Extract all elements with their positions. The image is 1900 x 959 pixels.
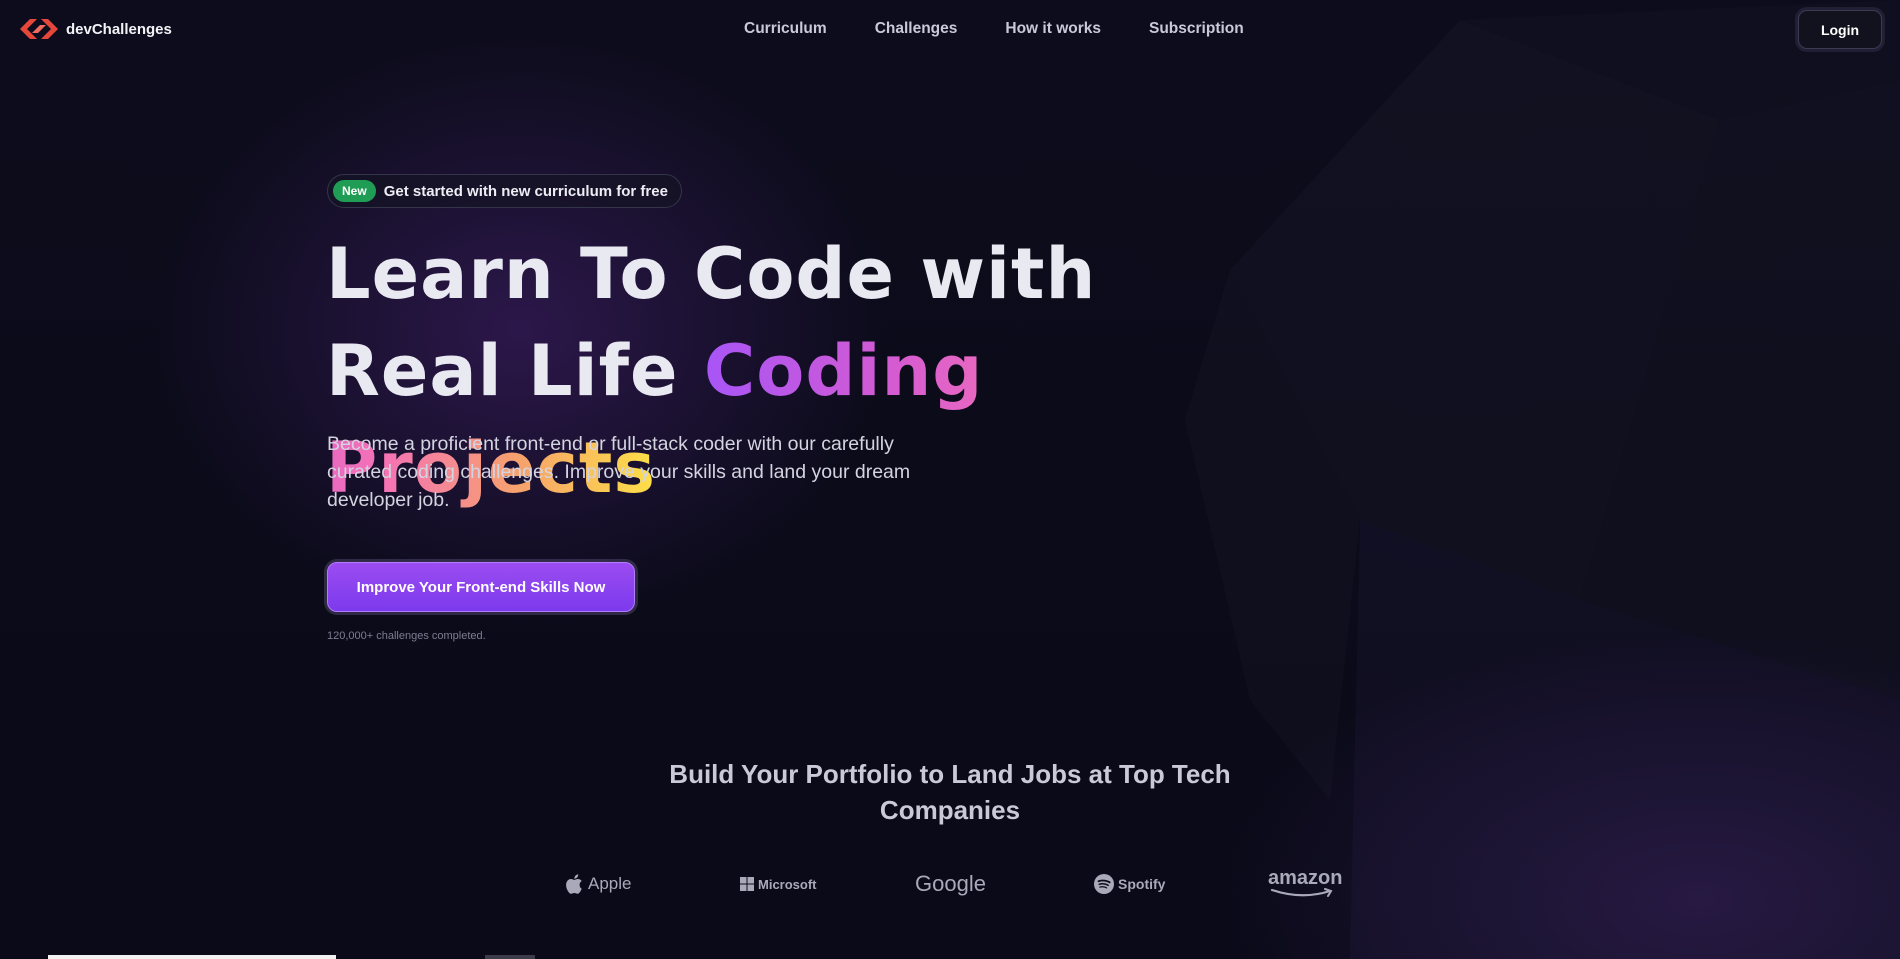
company-logo-apple: Apple xyxy=(566,868,631,900)
amazon-smile-icon xyxy=(1270,888,1333,897)
announcement-pill[interactable]: New Get started with new curriculum for … xyxy=(327,174,682,208)
apple-label: Apple xyxy=(588,874,632,893)
site-header: devChallenges Curriculum Challenges How … xyxy=(0,0,1900,60)
amazon-label: amazon xyxy=(1268,867,1343,889)
new-badge: New xyxy=(333,180,376,202)
company-logo-google: Google xyxy=(915,868,986,900)
company-logo-spotify: Spotify xyxy=(1094,868,1165,900)
spotify-label: Spotify xyxy=(1118,876,1166,892)
nav-item-challenges[interactable]: Challenges xyxy=(875,20,958,38)
bottom-scroll-indicator xyxy=(48,955,336,959)
google-wordmark: Google xyxy=(915,871,986,896)
company-logos: Apple Microsoft Google Spotify amazon xyxy=(560,868,1360,900)
brand-home-link[interactable]: devChallenges xyxy=(20,17,172,41)
announcement-text: Get started with new curriculum for free xyxy=(383,182,668,200)
challenges-completed-note: 120,000+ challenges completed. xyxy=(327,630,486,642)
spotify-icon xyxy=(1094,874,1114,894)
microsoft-icon xyxy=(740,877,754,891)
hero-subtitle: Become a proficient front-end or full-st… xyxy=(327,433,911,511)
nav-item-how-it-works[interactable]: How it works xyxy=(1005,20,1101,38)
company-logo-amazon: amazon xyxy=(1268,868,1342,900)
companies-heading: Build Your Portfolio to Land Jobs at Top… xyxy=(669,759,1231,825)
company-logo-microsoft: Microsoft xyxy=(740,868,817,900)
nav-item-curriculum[interactable]: Curriculum xyxy=(744,20,827,38)
brand-name: devChallenges xyxy=(66,20,172,38)
microsoft-label: Microsoft xyxy=(758,876,817,892)
login-button[interactable]: Login xyxy=(1798,10,1882,49)
landing-page: devChallenges Curriculum Challenges How … xyxy=(0,0,1900,959)
main-nav: Curriculum Challenges How it works Subsc… xyxy=(744,20,1244,38)
bottom-divider xyxy=(485,955,535,959)
improve-skills-button[interactable]: Improve Your Front-end Skills Now xyxy=(327,562,635,612)
apple-icon xyxy=(566,874,582,894)
nav-item-subscription[interactable]: Subscription xyxy=(1149,20,1244,38)
devchallenges-logo-icon xyxy=(20,19,58,39)
